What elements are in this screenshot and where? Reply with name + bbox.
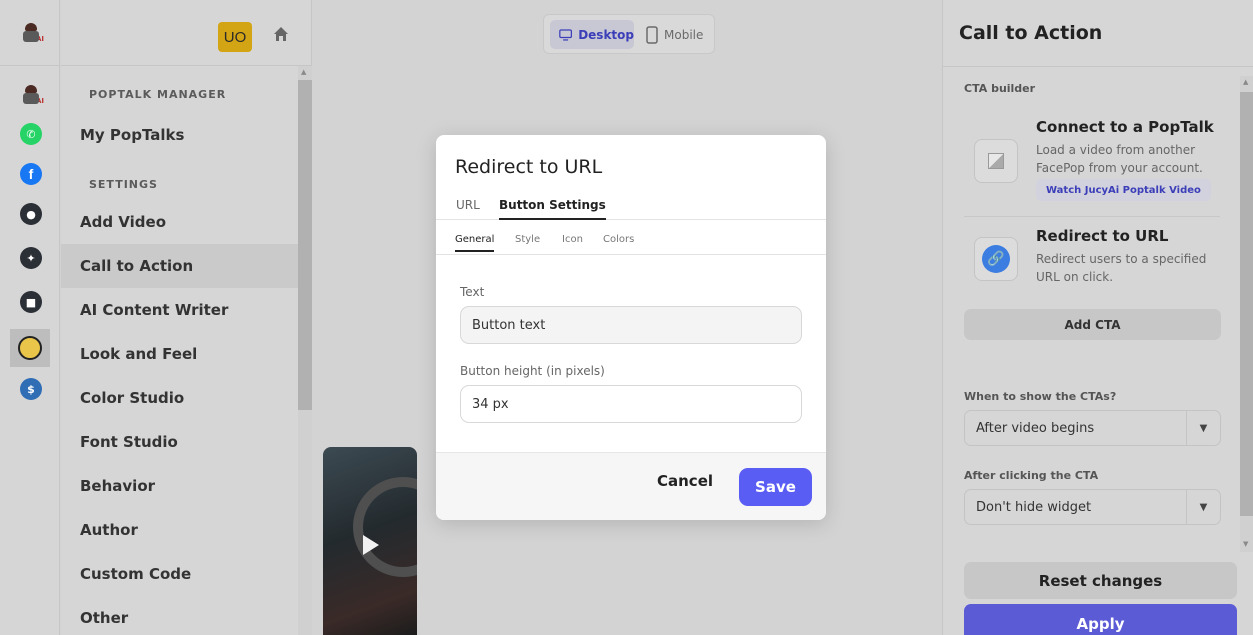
- app-rail: AI AI ✆ f ● ✦ ■ $: [0, 0, 60, 635]
- whatsapp-icon[interactable]: ✆: [20, 123, 42, 145]
- subtab-general[interactable]: General: [455, 234, 495, 252]
- when-show-label: When to show the CTAs?: [964, 390, 1117, 403]
- mascot-icon[interactable]: AI: [20, 22, 44, 44]
- desktop-button[interactable]: Desktop: [550, 20, 634, 49]
- record-icon[interactable]: ■: [20, 291, 42, 313]
- dialog-footer: Cancel Save: [436, 452, 826, 520]
- add-cta-button[interactable]: Add CTA: [964, 309, 1221, 340]
- dialog-title: Redirect to URL: [455, 156, 603, 178]
- facebook-icon[interactable]: f: [20, 163, 42, 185]
- reset-changes-button[interactable]: Reset changes: [964, 562, 1237, 599]
- dialog-subtabs: General Style Icon Colors: [436, 221, 826, 255]
- home-icon[interactable]: [273, 26, 289, 42]
- sidebar-item-add-video[interactable]: Add Video: [61, 200, 298, 244]
- connect-poptalk-title[interactable]: Connect to a PopTalk: [1036, 118, 1214, 136]
- scrollbar-thumb[interactable]: [298, 80, 312, 410]
- cancel-button[interactable]: Cancel: [657, 472, 713, 490]
- panel-scrollbar[interactable]: ▲ ▼: [1240, 76, 1253, 552]
- sidebar-item-ai-content-writer[interactable]: AI Content Writer: [61, 288, 298, 332]
- panel-divider: [943, 66, 1253, 67]
- sidebar-header: UO: [61, 0, 312, 66]
- redirect-url-dialog: Redirect to URL URL Button Settings Gene…: [436, 135, 826, 520]
- scrollbar-thumb[interactable]: [1240, 92, 1253, 516]
- sidebar-item-other[interactable]: Other: [61, 596, 298, 635]
- section-heading-manager: POPTALK MANAGER: [89, 88, 227, 101]
- apply-button[interactable]: Apply: [964, 604, 1237, 635]
- when-show-value: After video begins: [976, 420, 1095, 436]
- monitor-icon: [559, 28, 572, 41]
- sidebar-item-custom-code[interactable]: Custom Code: [61, 552, 298, 596]
- scroll-down-icon[interactable]: ▼: [1243, 540, 1248, 548]
- connect-poptalk-desc: Load a video from another FacePop from y…: [1036, 143, 1203, 175]
- after-click-value: Don't hide widget: [976, 499, 1092, 515]
- video-thumbnail[interactable]: [323, 447, 417, 635]
- app-root: AI AI ✆ f ● ✦ ■ $ UO POPTALK MANAGER My …: [0, 0, 1253, 635]
- user-icon[interactable]: ●: [20, 203, 42, 225]
- dialog-tabs: URL Button Settings: [436, 192, 826, 220]
- sidebar-item-color-studio[interactable]: Color Studio: [61, 376, 298, 420]
- settings-sidebar: UO POPTALK MANAGER My PopTalks SETTINGS …: [61, 0, 312, 635]
- watch-video-link[interactable]: Watch JucyAi Poptalk Video: [1036, 179, 1211, 201]
- scroll-up-icon[interactable]: ▲: [301, 68, 306, 76]
- link-icon: 🔗: [982, 245, 1010, 273]
- tab-button-settings[interactable]: Button Settings: [499, 198, 606, 220]
- mobile-button[interactable]: Mobile: [646, 20, 703, 49]
- redirect-url-title[interactable]: Redirect to URL: [1036, 227, 1168, 245]
- avatar[interactable]: UO: [218, 22, 252, 52]
- subtab-icon[interactable]: Icon: [562, 234, 583, 245]
- sidebar-item-my-poptalks[interactable]: My PopTalks: [61, 113, 298, 157]
- sidebar-item-author[interactable]: Author: [61, 508, 298, 552]
- button-height-input[interactable]: 34 px: [460, 385, 802, 423]
- scroll-up-icon[interactable]: ▲: [1243, 78, 1248, 86]
- play-icon[interactable]: [363, 535, 379, 555]
- mascot-icon[interactable]: AI: [20, 84, 44, 106]
- sidebar-item-behavior[interactable]: Behavior: [61, 464, 298, 508]
- sidebar-item-call-to-action[interactable]: Call to Action: [61, 244, 298, 288]
- device-toggle: Desktop Mobile: [543, 14, 715, 54]
- rail-header: AI: [0, 0, 60, 66]
- save-button[interactable]: Save: [739, 468, 812, 506]
- redirect-url-desc: Redirect users to a specified URL on cli…: [1036, 252, 1207, 284]
- button-text-input[interactable]: Button text: [460, 306, 802, 344]
- panel-title: Call to Action: [959, 22, 1103, 44]
- when-show-select[interactable]: After video begins ▼: [964, 410, 1221, 446]
- cta-builder-label: CTA builder: [964, 82, 1036, 95]
- mobile-label: Mobile: [664, 27, 704, 42]
- poptalk-card-image: [974, 139, 1018, 183]
- sparkle-icon[interactable]: ✦: [20, 247, 42, 269]
- subtab-style[interactable]: Style: [515, 234, 540, 245]
- tab-url[interactable]: URL: [456, 198, 480, 212]
- dollar-icon[interactable]: $: [20, 378, 42, 400]
- broken-image-icon: [988, 153, 1004, 169]
- card-divider: [964, 216, 1220, 217]
- redirect-card-image: 🔗: [974, 237, 1018, 281]
- cta-panel: Call to Action CTA builder Connect to a …: [942, 0, 1253, 635]
- text-field-label: Text: [460, 285, 485, 299]
- section-heading-settings: SETTINGS: [89, 178, 158, 191]
- sidebar-item-font-studio[interactable]: Font Studio: [61, 420, 298, 464]
- height-field-label: Button height (in pixels): [460, 364, 605, 378]
- chevron-down-icon[interactable]: ▼: [1186, 411, 1220, 445]
- desktop-label: Desktop: [578, 27, 634, 42]
- after-click-select[interactable]: Don't hide widget ▼: [964, 489, 1221, 525]
- chevron-down-icon[interactable]: ▼: [1186, 490, 1220, 524]
- cartoon-icon[interactable]: [10, 329, 50, 367]
- subtab-colors[interactable]: Colors: [603, 234, 634, 245]
- phone-icon: [646, 25, 658, 44]
- sidebar-scrollbar[interactable]: ▲: [298, 66, 312, 635]
- sidebar-item-look-and-feel[interactable]: Look and Feel: [61, 332, 298, 376]
- after-click-label: After clicking the CTA: [964, 469, 1099, 482]
